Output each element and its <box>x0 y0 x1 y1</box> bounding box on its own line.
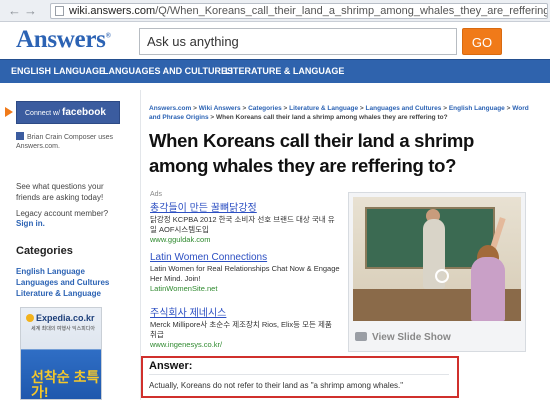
ad-item: Latin Women Connections Latin Women for … <box>150 252 340 294</box>
ad-description: 닭강정 KCPBA 2012 한국 소비자 선호 브랜드 대상 국내 유일 AO… <box>150 215 335 234</box>
address-bar[interactable]: wiki.answers.com/Q/When_Koreans_call_the… <box>50 3 548 19</box>
ad-url[interactable]: www.ingenesys.co.kr/ <box>150 340 340 350</box>
ad-title-link[interactable]: 주식회사 제네시스 <box>150 304 340 319</box>
nav-literature-and-language[interactable]: LITERATURE & LANGUAGE <box>225 66 344 76</box>
expedia-globe-icon <box>26 314 34 322</box>
nav-languages-and-cultures[interactable]: LANGUAGES AND CULTURES <box>103 66 233 76</box>
breadcrumb-link[interactable]: Languages and Cultures <box>366 105 442 112</box>
search-input[interactable]: Ask us anything <box>139 28 457 55</box>
topic-nav: ENGLISH LANGUAGE LANGUAGES AND CULTURES … <box>0 59 550 83</box>
slide-indicator-icon <box>435 269 449 283</box>
answer-text: Actually, Koreans do not refer to their … <box>149 381 404 390</box>
ad-url[interactable]: LatinWomenSite.net <box>150 284 340 294</box>
url-host: wiki.answers.com <box>69 5 156 17</box>
breadcrumb-link[interactable]: English Language <box>449 105 505 112</box>
answers-logo[interactable]: Answers® <box>16 26 111 54</box>
ad-item: 주식회사 제네시스 Merck Millipore사 초순수 제조장치 Rios… <box>150 304 340 350</box>
ad-title-link[interactable]: 총각들이 만든 꿀뼈닭강정 <box>150 199 340 214</box>
connect-facebook-button[interactable]: Connect w/ facebook <box>16 101 120 124</box>
ad-title-link[interactable]: Latin Women Connections <box>150 252 340 263</box>
breadcrumb-link[interactable]: Answers.com <box>149 105 191 112</box>
go-button[interactable]: GO <box>462 28 502 55</box>
nav-english-language[interactable]: ENGLISH LANGUAGE <box>11 66 105 76</box>
category-link[interactable]: Languages and Cultures <box>16 278 109 287</box>
answer-heading: Answer: <box>149 360 193 372</box>
back-arrow-icon[interactable]: ← <box>8 3 21 19</box>
column-divider <box>140 90 141 400</box>
page-icon <box>55 6 64 16</box>
answer-section: Answer: Actually, Koreans do not refer t… <box>141 356 459 398</box>
breadcrumb-link[interactable]: Literature & Language <box>289 105 358 112</box>
breadcrumb-current: When Koreans call their land a shrimp am… <box>216 114 448 121</box>
friends-prompt: See what questions your friends are aski… <box>16 182 104 202</box>
category-link[interactable]: English Language <box>16 267 85 276</box>
expedia-tagline: 세계 최대의 여행사 익스피디아 <box>31 326 95 332</box>
ad-description: Merck Millipore사 초순수 제조장치 Rios, Elix등 모든… <box>150 320 332 339</box>
forward-arrow-icon[interactable]: → <box>24 3 37 19</box>
facebook-icon <box>16 132 24 140</box>
view-slide-show-link[interactable]: View Slide Show <box>355 332 451 343</box>
categories-heading: Categories <box>16 245 73 257</box>
breadcrumb: Answers.com > Wiki Answers > Categories … <box>149 105 529 121</box>
sign-in-link[interactable]: Sign in. <box>16 219 45 228</box>
site-header: Answers® Ask us anything GO <box>0 22 550 59</box>
ad-item: 총각들이 만든 꿀뼈닭강정 닭강정 KCPBA 2012 한국 소비자 선호 브… <box>150 199 340 245</box>
legacy-text: Legacy account member? <box>16 209 109 218</box>
breadcrumb-link[interactable]: Wiki Answers <box>199 105 241 112</box>
ads-label: Ads <box>150 191 163 198</box>
browser-toolbar: ← → wiki.answers.com/Q/When_Koreans_call… <box>0 0 550 22</box>
question-title: When Koreans call their land a shrimp am… <box>149 130 475 176</box>
expedia-logo: Expedia.co.kr <box>26 313 95 323</box>
pointer-arrow-icon <box>5 107 13 117</box>
classroom-photo[interactable] <box>353 197 521 321</box>
fb-user-note: Brian Crain Composer uses Answers.com. <box>16 132 113 150</box>
answer-divider <box>149 374 449 375</box>
category-link[interactable]: Literature & Language <box>16 289 101 298</box>
breadcrumb-link[interactable]: Categories <box>248 105 282 112</box>
ad-url[interactable]: www.gguldak.com <box>150 235 340 245</box>
expedia-ad-banner[interactable]: Expedia.co.kr 세계 최대의 여행사 익스피디아 선착순 초특가! <box>20 307 102 400</box>
ad-description: Latin Women for Real Relationships Chat … <box>150 264 340 283</box>
slideshow-widget[interactable]: View Slide Show <box>348 192 526 352</box>
expedia-headline: 선착순 초특가! <box>31 369 100 400</box>
camera-icon <box>355 332 367 341</box>
url-path: /Q/When_Koreans_call_their_land_a_shrimp… <box>155 5 548 17</box>
